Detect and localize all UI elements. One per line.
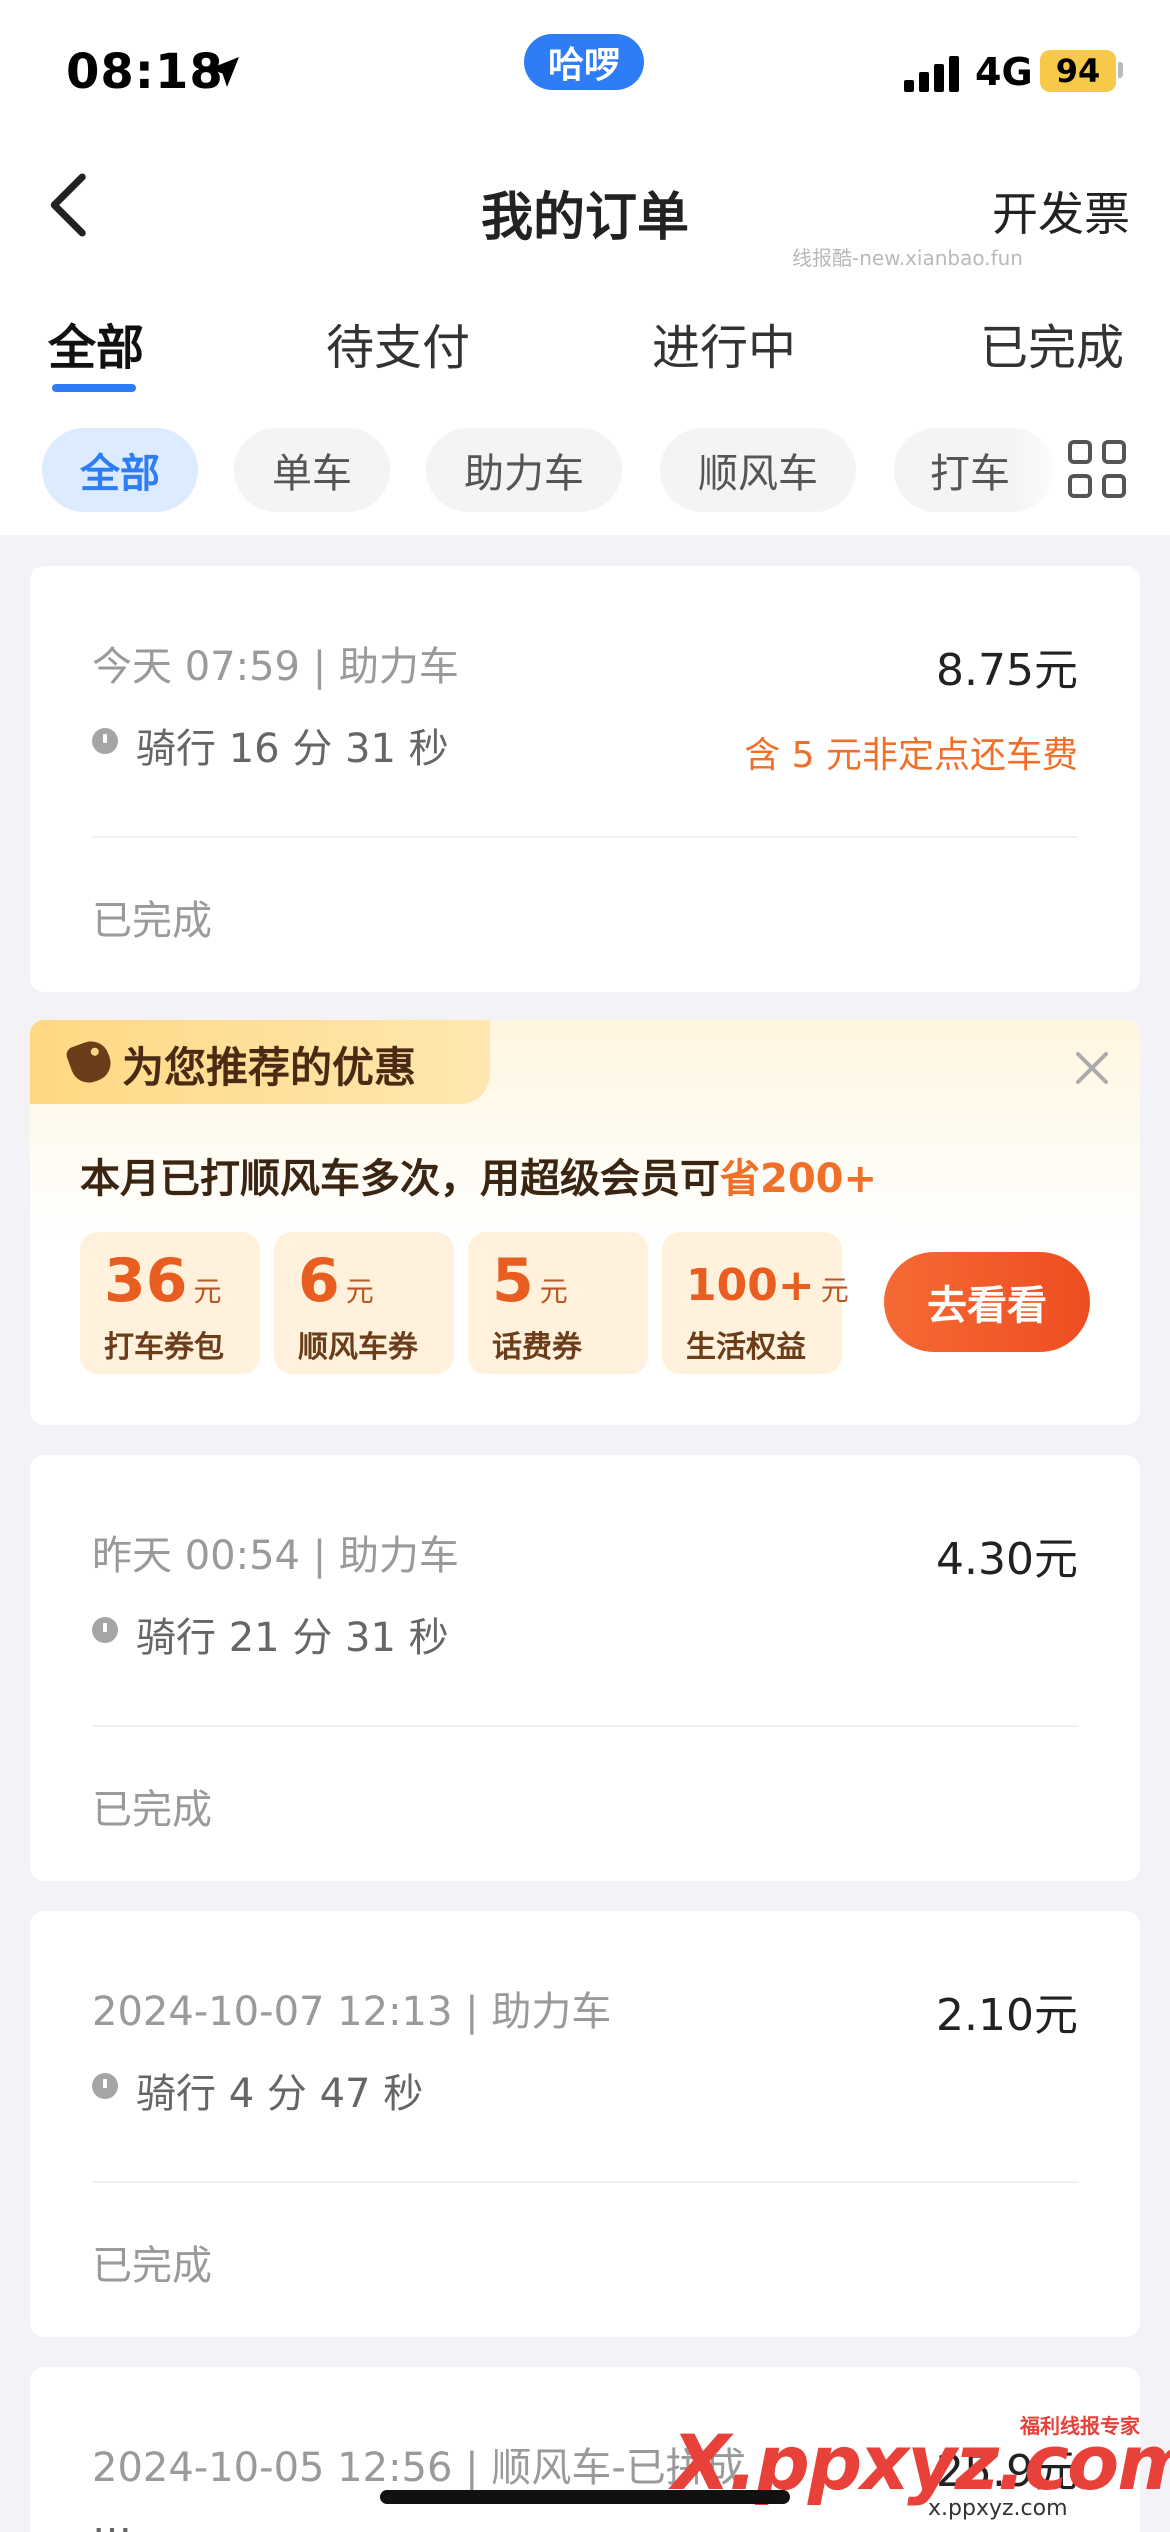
benefit-amount: 6元 [298, 1246, 374, 1316]
tag-icon [64, 1036, 116, 1088]
order-price: 4.30元 [936, 1534, 1078, 1585]
divider [92, 836, 1078, 838]
order-status: 已完成 [92, 898, 212, 944]
signal-icon [904, 56, 960, 92]
order-meta: 2024-10-05 12:56 | 顺风车-已拼成 [92, 2445, 746, 2491]
promo-cta-button[interactable]: 去看看 [884, 1252, 1090, 1352]
app-indicator[interactable]: 哈啰 [524, 34, 644, 90]
promo-tag-label: 为您推荐的优惠 [122, 1043, 417, 1092]
tab-all[interactable]: 全部 [48, 308, 144, 378]
filter-chip-bike[interactable]: 单车 [234, 428, 390, 512]
benefit-label: 生活权益 [686, 1330, 806, 1365]
clock-icon [92, 2073, 118, 2099]
benefit-unit: 元 [820, 1274, 849, 1307]
benefit-label: 顺风车券 [298, 1330, 418, 1365]
filter-chip-ebike[interactable]: 助力车 [426, 428, 622, 512]
order-card[interactable]: 2024-10-07 12:13 | 助力车 2.10元 骑行 4 分 47 秒… [30, 1911, 1140, 2337]
order-status: 已完成 [92, 1787, 212, 1833]
order-meta: 2024-10-07 12:13 | 助力车 [92, 1989, 612, 2035]
benefit-item: 100+ 元 生活权益 [662, 1232, 849, 1374]
filter-chip-all[interactable]: 全部 [42, 428, 198, 512]
order-fee-note: 含 5 元非定点还车费 [744, 735, 1078, 776]
benefit-item: 36 元 打车券包 [80, 1232, 260, 1374]
benefit-unit: 元 [193, 1275, 222, 1308]
invoice-button[interactable]: 开发票 [992, 178, 1130, 244]
benefit-label: 打车券包 [104, 1330, 224, 1365]
order-meta: 昨天 00:54 | 助力车 [92, 1533, 459, 1579]
battery-icon: 94 [1040, 50, 1116, 92]
promo-headline: 本月已打顺风车多次，用超级会员可省200+ [80, 1146, 877, 1204]
order-duration: 骑行 4 分 47 秒 [136, 2071, 424, 2117]
order-route: … [92, 2497, 132, 2532]
grid-icon[interactable] [1068, 440, 1128, 500]
clock-icon [92, 728, 118, 754]
benefit-unit: 元 [345, 1275, 374, 1308]
promo-banner[interactable]: 为您推荐的优惠 本月已打顺风车多次，用超级会员可省200+ 36 元 打车券包 6… [30, 1020, 1140, 1425]
order-duration: 骑行 16 分 31 秒 [136, 726, 449, 772]
tab-in-progress[interactable]: 进行中 [652, 308, 796, 378]
promo-headline-text: 本月已打顺风车多次，用超级会员可 [80, 1156, 720, 1202]
order-card[interactable]: 今天 07:59 | 助力车 8.75元 骑行 16 分 31 秒 含 5 元非… [30, 566, 1140, 992]
benefit-amount-value: 100+ [686, 1260, 815, 1311]
order-price: 8.75元 [936, 645, 1078, 696]
order-card[interactable]: 昨天 00:54 | 助力车 4.30元 骑行 21 分 31 秒 已完成 [30, 1455, 1140, 1881]
order-price: 2.10元 [936, 1990, 1078, 2041]
chips-fade [1010, 420, 1070, 520]
location-arrow-icon [209, 57, 239, 87]
status-time: 08:18 [66, 44, 224, 100]
order-duration: 骑行 21 分 31 秒 [136, 1615, 449, 1661]
benefit-amount-value: 36 [104, 1246, 188, 1316]
benefit-item: 5元 话费券 [468, 1232, 648, 1374]
promo-headline-highlight: 省200+ [720, 1156, 878, 1202]
benefit-amount-value: 6 [298, 1246, 340, 1316]
divider [92, 1725, 1078, 1727]
benefit-amount: 36 元 [104, 1246, 222, 1316]
network-type: 4G [975, 50, 1033, 94]
watermark-url: x.ppxyz.com [928, 2496, 1068, 2521]
tab-pending-payment[interactable]: 待支付 [326, 308, 470, 378]
benefit-amount: 100+ 元 [686, 1260, 849, 1311]
order-meta: 今天 07:59 | 助力车 [92, 644, 459, 690]
divider [92, 2181, 1078, 2183]
benefit-item: 6元 顺风车券 [274, 1232, 454, 1374]
close-icon[interactable] [1072, 1048, 1112, 1088]
clock-icon [92, 1617, 118, 1643]
filter-chip-carpool[interactable]: 顺风车 [660, 428, 856, 512]
tab-indicator [52, 384, 136, 392]
home-indicator[interactable] [380, 2490, 790, 2504]
promo-tag: 为您推荐的优惠 [30, 1020, 490, 1104]
benefit-unit: 元 [539, 1275, 568, 1308]
benefit-amount-value: 5 [492, 1246, 534, 1316]
battery-tip [1118, 62, 1123, 78]
watermark-text: 线报酷-new.xianbao.fun [792, 246, 1023, 270]
order-status: 已完成 [92, 2243, 212, 2289]
tab-completed[interactable]: 已完成 [980, 308, 1124, 378]
benefit-label: 话费券 [492, 1330, 582, 1365]
benefit-amount: 5元 [492, 1246, 568, 1316]
